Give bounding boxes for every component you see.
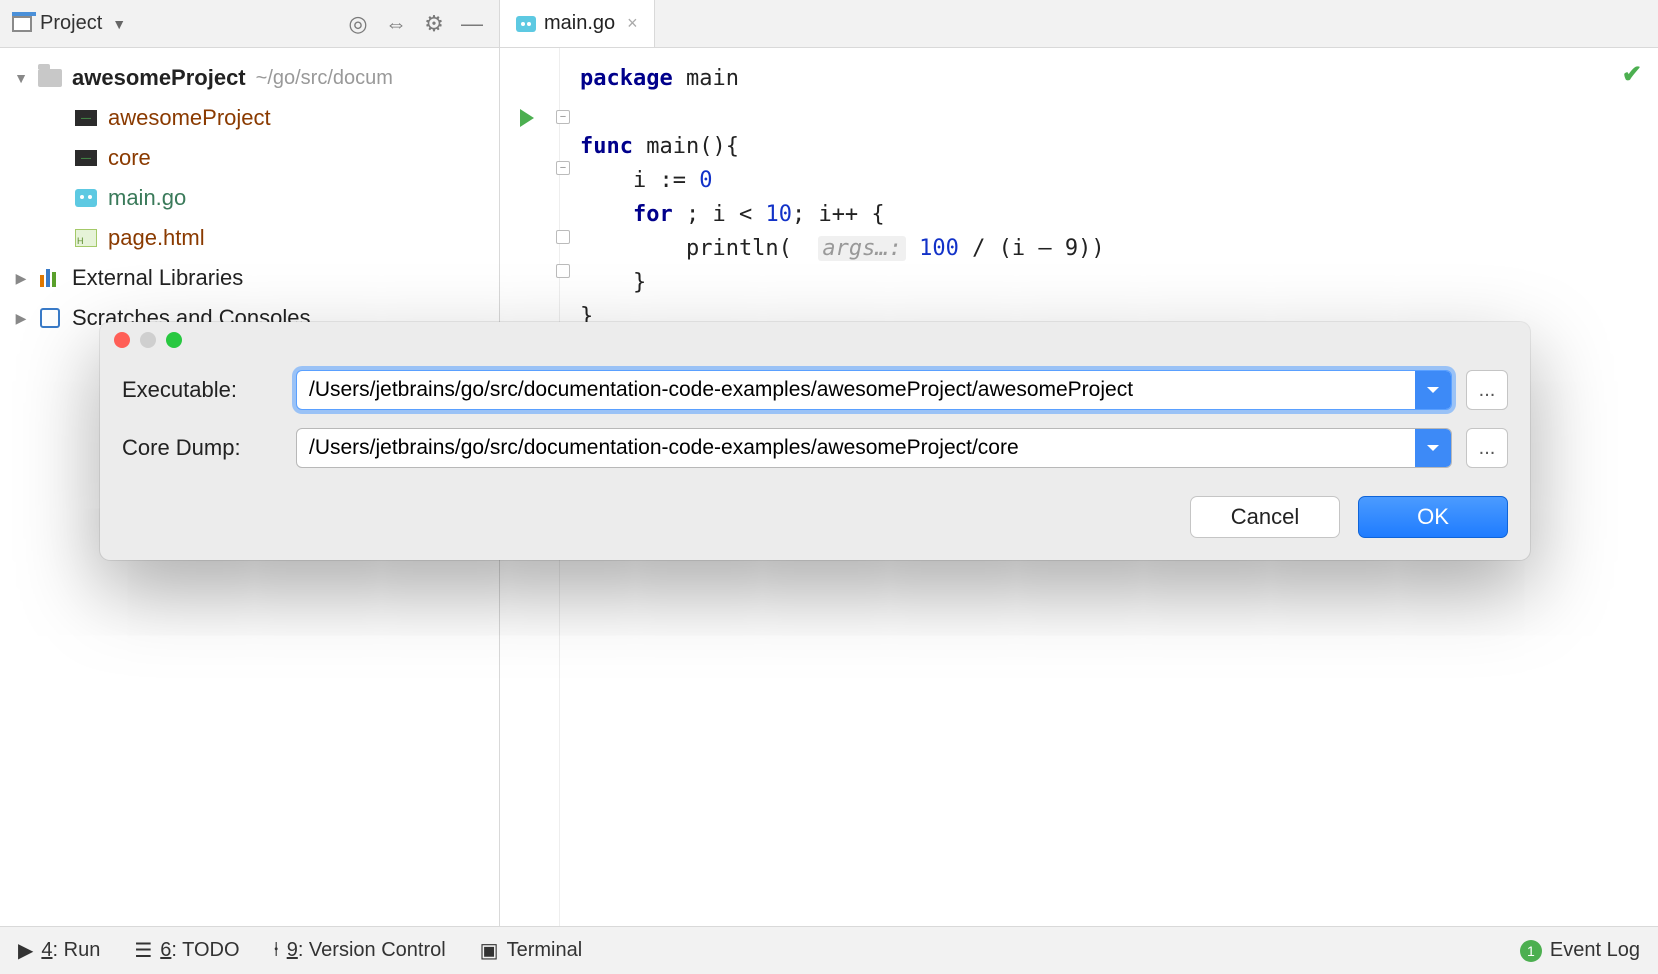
run-gutter-icon[interactable] [520, 109, 534, 127]
vcs-icon: ⍿ [274, 939, 279, 962]
window-close-icon[interactable] [114, 332, 130, 348]
browse-coredump-button[interactable]: ... [1466, 428, 1508, 468]
executable-input[interactable] [297, 371, 1415, 409]
gear-icon[interactable]: ⚙ [419, 9, 449, 39]
collapse-icon[interactable]: ⇔ [381, 9, 411, 39]
code-content[interactable]: package main func main(){ i := 0 for ; i… [580, 62, 1618, 334]
tree-item-label: External Libraries [72, 265, 243, 291]
event-log[interactable]: 1 Event Log [1520, 939, 1640, 962]
coredump-label: Core Dump: [122, 435, 282, 461]
expand-arrow-icon[interactable]: ▼ [14, 70, 28, 86]
tree-item[interactable]: main.go [0, 178, 499, 218]
editor-tabbar: main.go × [500, 0, 1658, 48]
project-path: ~/go/src/docum [256, 67, 393, 90]
tree-item-label: awesomeProject [108, 105, 271, 131]
ok-button[interactable]: OK [1358, 496, 1508, 538]
inspection-ok-icon[interactable]: ✔ [1622, 60, 1642, 89]
go-file-icon [516, 16, 536, 32]
dropdown-icon[interactable] [1415, 429, 1451, 467]
expand-arrow-icon[interactable]: ▶ [14, 310, 28, 327]
tree-item[interactable]: H page.html [0, 218, 499, 258]
binary-icon [75, 110, 97, 126]
coredump-combo[interactable] [296, 428, 1452, 468]
tab-label: main.go [544, 12, 615, 35]
fold-end-icon[interactable] [556, 264, 570, 278]
tool-terminal[interactable]: ▣ Terminal [480, 938, 582, 963]
project-name: awesomeProject [72, 65, 246, 91]
terminal-icon: ▣ [480, 938, 499, 963]
scratch-icon [40, 308, 60, 328]
chevron-down-icon[interactable]: ▼ [112, 16, 126, 32]
project-tool-label[interactable]: Project [40, 12, 102, 35]
window-zoom-icon[interactable] [166, 332, 182, 348]
expand-arrow-icon[interactable]: ▶ [14, 270, 28, 287]
locate-icon[interactable]: ◎ [343, 9, 373, 39]
todo-icon: ☰ [134, 938, 152, 963]
coredump-input[interactable] [297, 429, 1415, 467]
tree-external-libs[interactable]: ▶ External Libraries [0, 258, 499, 298]
tree-root[interactable]: ▼ awesomeProject ~/go/src/docum [0, 58, 499, 98]
notification-badge: 1 [1520, 940, 1542, 962]
go-file-icon [75, 189, 97, 207]
executable-row: Executable: ... [122, 370, 1508, 410]
folder-icon [38, 69, 62, 87]
browse-executable-button[interactable]: ... [1466, 370, 1508, 410]
fold-toggle-icon[interactable]: − [556, 110, 570, 124]
tool-todo[interactable]: ☰ 6: TODO [134, 938, 239, 963]
tool-vcs[interactable]: ⍿ 9: Version Control [274, 939, 446, 962]
executable-combo[interactable] [296, 370, 1452, 410]
fold-toggle-icon[interactable]: − [556, 161, 570, 175]
tool-run[interactable]: ▶ 4: Run [18, 938, 100, 963]
tree-item-label: core [108, 145, 151, 171]
project-icon [12, 16, 32, 32]
executable-label: Executable: [122, 377, 282, 403]
tree-item-label: main.go [108, 185, 186, 211]
coredump-row: Core Dump: ... [122, 428, 1508, 468]
status-bar: ▶ 4: Run ☰ 6: TODO ⍿ 9: Version Control … [0, 926, 1658, 974]
core-dump-dialog: Executable: ... Core Dump: ... Cancel OK [100, 322, 1530, 560]
cancel-button[interactable]: Cancel [1190, 496, 1340, 538]
dropdown-icon[interactable] [1415, 371, 1451, 409]
tree-item-label: page.html [108, 225, 205, 251]
hide-icon[interactable]: — [457, 9, 487, 39]
project-tool-header: Project ▼ ◎ ⇔ ⚙ — [0, 0, 500, 48]
close-tab-icon[interactable]: × [627, 13, 638, 34]
fold-end-icon[interactable] [556, 230, 570, 244]
dialog-titlebar[interactable] [100, 322, 1530, 358]
binary-icon [75, 150, 97, 166]
run-icon: ▶ [18, 938, 33, 963]
tree-item[interactable]: core [0, 138, 499, 178]
libraries-icon [40, 269, 60, 287]
tree-item[interactable]: awesomeProject [0, 98, 499, 138]
html-file-icon: H [75, 229, 97, 247]
editor-tab[interactable]: main.go × [500, 0, 655, 47]
window-minimize-icon [140, 332, 156, 348]
